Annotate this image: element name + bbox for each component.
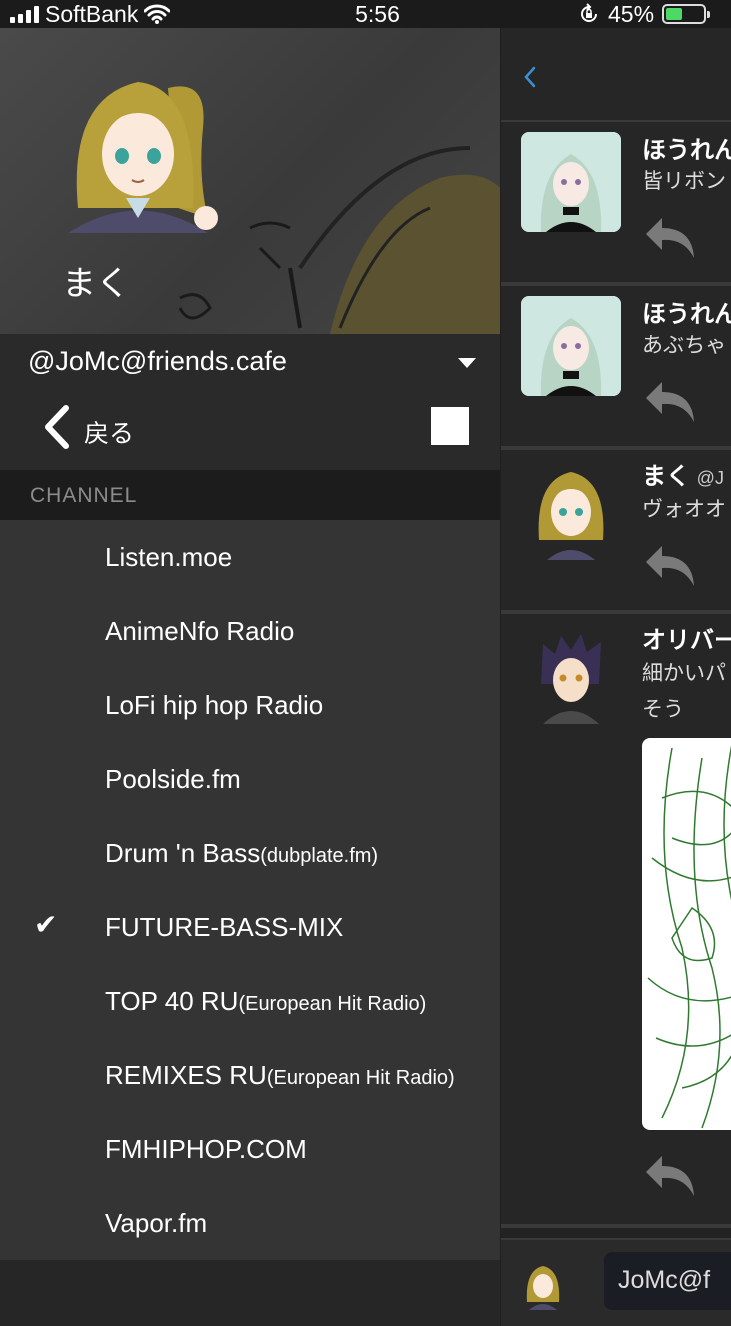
channel-section-header: CHANNEL <box>0 470 500 520</box>
profile-avatar[interactable] <box>58 68 223 233</box>
compose-account-label: JoMc@f <box>618 1266 711 1294</box>
battery-percent: 45% <box>608 0 655 27</box>
timeline-nav-bar <box>501 28 731 122</box>
battery-icon <box>662 4 711 24</box>
account-switcher[interactable]: @JoMc@friends.cafe <box>0 334 500 390</box>
reply-icon[interactable] <box>642 378 700 426</box>
profile-header: まく <box>0 28 500 334</box>
channel-name: REMIXES RU(European Hit Radio) <box>105 1060 455 1091</box>
reply-icon[interactable] <box>642 214 700 262</box>
channel-item[interactable]: Vapor.fm <box>0 1186 500 1260</box>
avatar-illustration <box>541 634 601 724</box>
channel-title: AnimeNfo Radio <box>105 616 295 646</box>
channel-item-selected[interactable]: ✔ FUTURE-BASS-MIX <box>0 890 500 964</box>
status-right: 45% <box>578 0 711 28</box>
channel-title: FMHIPHOP.COM <box>105 1134 307 1164</box>
timeline-post[interactable]: ほうれん 皆リボン <box>501 122 731 286</box>
post-text-line-2: そう <box>642 698 684 721</box>
channel-name: Listen.moe <box>105 542 232 573</box>
channel-name: Vapor.fm <box>105 1208 207 1239</box>
compose-input[interactable]: JoMc@f <box>604 1252 731 1310</box>
checkmark-icon: ✔ <box>34 909 58 940</box>
drawer-footer <box>0 1260 500 1326</box>
channel-title: LoFi hip hop Radio <box>105 690 324 720</box>
channel-item[interactable]: FMHIPHOP.COM <box>0 1112 500 1186</box>
compose-avatar[interactable] <box>521 1262 565 1310</box>
channel-subtitle: (European Hit Radio) <box>238 993 427 1015</box>
channel-list: Listen.moe AnimeNfo Radio LoFi hip hop R… <box>0 520 500 1260</box>
back-chevron-icon[interactable] <box>40 404 74 450</box>
timeline-post[interactable]: ほうれん あぶちゃ <box>501 286 731 450</box>
avatar-illustration <box>526 1266 560 1310</box>
channel-item[interactable]: REMIXES RU(European Hit Radio) <box>0 1038 500 1112</box>
avatar-illustration <box>538 472 604 560</box>
back-button-label[interactable]: 戻る <box>84 414 134 450</box>
stop-button[interactable] <box>431 407 469 445</box>
post-author-name: まく <box>642 463 690 490</box>
channel-item[interactable]: Poolside.fm <box>0 742 500 816</box>
post-image-sketch <box>647 745 731 1129</box>
channel-name: Drum 'n Bass(dubplate.fm) <box>105 838 378 869</box>
channel-title: REMIXES RU <box>105 1060 267 1090</box>
back-row: 戻る <box>0 390 500 470</box>
channel-name: LoFi hip hop Radio <box>105 690 323 721</box>
avatar[interactable] <box>521 296 621 396</box>
avatar-illustration <box>521 132 621 232</box>
caret-down-icon[interactable] <box>458 358 476 368</box>
avatar[interactable] <box>521 624 621 724</box>
channel-subtitle: (dubplate.fm) <box>260 845 379 867</box>
channel-title: Drum 'n Bass <box>105 838 261 868</box>
channel-item[interactable]: Listen.moe <box>0 520 500 594</box>
compose-bar: JoMc@f <box>501 1238 731 1326</box>
channel-name: FUTURE-BASS-MIX <box>105 912 343 943</box>
channel-drawer: まく @JoMc@friends.cafe 戻る CHANNEL Listen.… <box>0 28 500 1326</box>
channel-title: Listen.moe <box>105 542 233 572</box>
channel-item[interactable]: AnimeNfo Radio <box>0 594 500 668</box>
channel-name: AnimeNfo Radio <box>105 616 294 647</box>
channel-title: FUTURE-BASS-MIX <box>105 912 344 942</box>
avatar[interactable] <box>521 132 621 232</box>
channel-title: Poolside.fm <box>105 764 241 794</box>
post-text: ヴォオオ <box>642 498 726 521</box>
post-author: ほうれん <box>642 301 731 328</box>
channel-name: Poolside.fm <box>105 764 241 795</box>
post-author: まく @J <box>642 456 724 491</box>
account-handle: @JoMc@friends.cafe <box>28 346 287 376</box>
profile-display-name: まく <box>62 265 130 303</box>
channel-title: Vapor.fm <box>105 1208 208 1238</box>
reply-icon[interactable] <box>642 1152 700 1200</box>
avatar[interactable] <box>521 460 621 560</box>
post-author: ほうれん <box>642 137 731 164</box>
channel-item[interactable]: Drum 'n Bass(dubplate.fm) <box>0 816 500 890</box>
avatar-illustration <box>521 296 621 396</box>
post-author: オリバー <box>642 627 731 654</box>
post-image[interactable] <box>642 738 731 1130</box>
avatar-illustration <box>68 82 218 233</box>
channel-item[interactable]: LoFi hip hop Radio <box>0 668 500 742</box>
back-chevron-icon[interactable] <box>523 66 537 88</box>
reply-icon[interactable] <box>642 542 700 590</box>
section-title: CHANNEL <box>30 484 138 507</box>
timeline-panel: ほうれん 皆リボン ほうれん あぶちゃ まく @J ヴォオオ オリバー 細かいパ… <box>501 28 731 1326</box>
post-text: あぶちゃ <box>642 334 727 357</box>
battery-fill <box>666 8 683 20</box>
post-text: 皆リボン <box>642 170 726 193</box>
timeline-post[interactable]: オリバー 細かいパ そう <box>501 614 731 1228</box>
channel-item[interactable]: TOP 40 RU(European Hit Radio) <box>0 964 500 1038</box>
post-text-line-1: 細かいパ <box>642 662 726 685</box>
channel-name: FMHIPHOP.COM <box>105 1134 307 1165</box>
post-author-acct: @J <box>696 468 724 488</box>
timeline-post[interactable]: まく @J ヴォオオ <box>501 450 731 614</box>
rotation-lock-icon <box>581 3 597 22</box>
channel-name: TOP 40 RU(European Hit Radio) <box>105 986 426 1017</box>
status-bar: SoftBank 5:56 45% <box>0 0 731 28</box>
channel-title: TOP 40 RU <box>105 986 239 1016</box>
channel-subtitle: (European Hit Radio) <box>266 1067 455 1089</box>
